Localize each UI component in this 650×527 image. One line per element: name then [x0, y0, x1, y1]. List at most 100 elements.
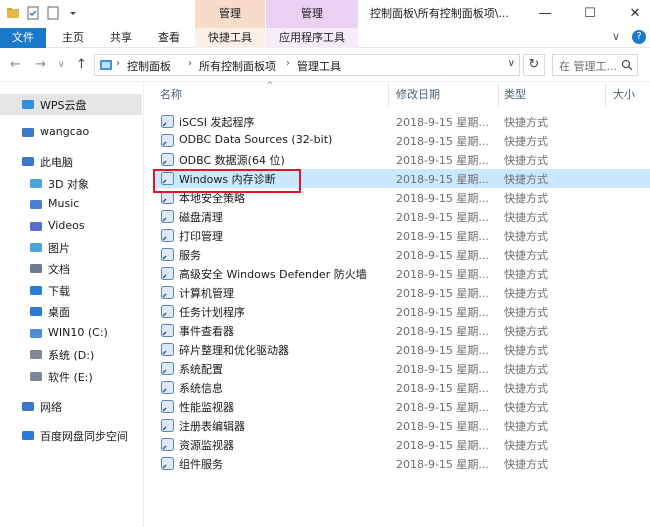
new-folder-icon[interactable]: [46, 6, 60, 20]
minimize-button[interactable]: —: [530, 0, 560, 28]
quick-access-toolbar: [6, 6, 80, 20]
list-item-date: 2018-9-15 星期...: [396, 401, 489, 414]
breadcrumb-all-items[interactable]: 所有控制面板项: [199, 58, 276, 74]
list-item[interactable]: 注册表编辑器 2018-9-15 星期... 快捷方式: [154, 416, 650, 435]
drive-icon: [30, 350, 42, 359]
tab-file[interactable]: 文件: [0, 28, 46, 48]
help-button[interactable]: ?: [632, 30, 646, 44]
list-item-type: 快捷方式: [504, 344, 548, 357]
list-item-type: 快捷方式: [504, 401, 548, 414]
column-divider[interactable]: [605, 83, 606, 107]
address-dropdown-icon[interactable]: ∨: [508, 58, 515, 69]
recent-locations-button[interactable]: ∨: [58, 60, 65, 70]
column-divider[interactable]: [498, 83, 499, 107]
back-button[interactable]: ←: [10, 57, 21, 72]
control-panel-icon: [100, 60, 112, 70]
close-button[interactable]: ✕: [620, 0, 650, 28]
search-box[interactable]: 在 管理工...: [552, 54, 638, 76]
column-header-type[interactable]: 类型: [504, 83, 526, 107]
sidebar-item[interactable]: 网络: [0, 396, 142, 417]
properties-icon[interactable]: [26, 6, 40, 20]
print-management-icon: [161, 229, 174, 242]
sidebar-item[interactable]: WIN10 (C:): [0, 323, 142, 344]
list-item[interactable]: 系统信息 2018-9-15 星期... 快捷方式: [154, 378, 650, 397]
tab-share[interactable]: 共享: [100, 28, 142, 48]
ribbon-tabs: 文件 主页 共享 查看 快捷工具 应用程序工具 ∨ ?: [0, 28, 650, 48]
list-item[interactable]: 系统配置 2018-9-15 星期... 快捷方式: [154, 359, 650, 378]
list-item[interactable]: 资源监视器 2018-9-15 星期... 快捷方式: [154, 435, 650, 454]
list-item[interactable]: 碎片整理和优化驱动器 2018-9-15 星期... 快捷方式: [154, 340, 650, 359]
sidebar-item[interactable]: WPS云盘: [0, 94, 142, 115]
sidebar-item[interactable]: 桌面: [0, 301, 142, 322]
sidebar-item[interactable]: wangcao: [0, 122, 142, 143]
sidebar-item[interactable]: 此电脑: [0, 151, 142, 172]
video-icon: [30, 222, 42, 231]
breadcrumb-admin-tools[interactable]: 管理工具: [297, 58, 341, 74]
windows-drive-icon: [30, 329, 42, 338]
tab-view[interactable]: 查看: [148, 28, 190, 48]
breadcrumb-separator: ›: [286, 58, 290, 69]
sidebar-item-label: 下载: [48, 285, 70, 298]
ribbon-collapse-button[interactable]: ∨: [612, 30, 620, 43]
list-item[interactable]: iSCSI 发起程序 2018-9-15 星期... 快捷方式: [154, 112, 650, 131]
sidebar-item-label: WPS云盘: [40, 99, 87, 112]
list-item-name: 计算机管理: [179, 287, 234, 300]
maximize-button[interactable]: ☐: [575, 0, 605, 28]
sort-ascending-icon: ^: [266, 81, 274, 91]
cloud-icon: [22, 100, 34, 109]
pane-divider[interactable]: [143, 83, 144, 527]
list-item[interactable]: 高级安全 Windows Defender 防火墙 2018-9-15 星期...…: [154, 264, 650, 283]
list-item[interactable]: 磁盘清理 2018-9-15 星期... 快捷方式: [154, 207, 650, 226]
list-item[interactable]: 打印管理 2018-9-15 星期... 快捷方式: [154, 226, 650, 245]
tab-shortcut-tools[interactable]: 快捷工具: [195, 28, 265, 48]
list-item-date: 2018-9-15 星期...: [396, 439, 489, 452]
list-item-date: 2018-9-15 星期...: [396, 230, 489, 243]
list-item[interactable]: 计算机管理 2018-9-15 星期... 快捷方式: [154, 283, 650, 302]
sidebar-item-label: Music: [48, 197, 80, 210]
sidebar-item[interactable]: 下载: [0, 280, 142, 301]
services-icon: [161, 248, 174, 261]
up-button[interactable]: ↑: [76, 57, 87, 72]
list-item[interactable]: 事件查看器 2018-9-15 星期... 快捷方式: [154, 321, 650, 340]
context-tab-manage-app: 管理: [266, 0, 358, 28]
list-item[interactable]: 性能监视器 2018-9-15 星期... 快捷方式: [154, 397, 650, 416]
refresh-button[interactable]: ↻: [523, 54, 545, 76]
sidebar-item-label: 软件 (E:): [48, 371, 93, 384]
list-item[interactable]: ODBC Data Sources (32-bit) 2018-9-15 星期..…: [154, 131, 650, 150]
column-divider[interactable]: [388, 83, 389, 107]
breadcrumb-control-panel[interactable]: 控制面板: [127, 58, 171, 74]
sidebar-item-label: 网络: [40, 401, 62, 414]
list-item[interactable]: 任务计划程序 2018-9-15 星期... 快捷方式: [154, 302, 650, 321]
sidebar-item[interactable]: 软件 (E:): [0, 366, 142, 387]
list-item-type: 快捷方式: [504, 306, 548, 319]
address-bar[interactable]: › 控制面板 › 所有控制面板项 › 管理工具 ∨: [94, 54, 520, 76]
drive-icon: [30, 372, 42, 381]
list-item-type: 快捷方式: [504, 287, 548, 300]
forward-button[interactable]: →: [35, 57, 46, 72]
list-item-name: 任务计划程序: [179, 306, 245, 319]
sidebar-item[interactable]: Music: [0, 194, 142, 215]
list-item-date: 2018-9-15 星期...: [396, 287, 489, 300]
sidebar-item[interactable]: 3D 对象: [0, 173, 142, 194]
sidebar-item[interactable]: 图片: [0, 237, 142, 258]
column-header-date[interactable]: 修改日期: [396, 83, 440, 107]
column-header-size[interactable]: 大小: [613, 83, 635, 107]
column-header-name[interactable]: 名称: [160, 83, 182, 107]
list-item[interactable]: ODBC 数据源(64 位) 2018-9-15 星期... 快捷方式: [154, 150, 650, 169]
tab-home[interactable]: 主页: [52, 28, 94, 48]
highlight-annotation: [153, 169, 301, 193]
music-icon: [30, 200, 42, 209]
list-item[interactable]: 服务 2018-9-15 星期... 快捷方式: [154, 245, 650, 264]
list-item-name: iSCSI 发起程序: [179, 116, 255, 129]
network-icon: [22, 402, 34, 411]
list-item-name: 磁盘清理: [179, 211, 223, 224]
sidebar-item[interactable]: 百度网盘同步空间: [0, 425, 142, 446]
qat-dropdown-icon[interactable]: [66, 6, 80, 20]
list-item-date: 2018-9-15 星期...: [396, 211, 489, 224]
sidebar-item[interactable]: 系统 (D:): [0, 344, 142, 365]
sidebar-item[interactable]: Videos: [0, 216, 142, 237]
list-item-date: 2018-9-15 星期...: [396, 154, 489, 167]
list-item[interactable]: 组件服务 2018-9-15 星期... 快捷方式: [154, 454, 650, 473]
tab-app-tools[interactable]: 应用程序工具: [266, 28, 358, 48]
sidebar-item[interactable]: 文档: [0, 258, 142, 279]
